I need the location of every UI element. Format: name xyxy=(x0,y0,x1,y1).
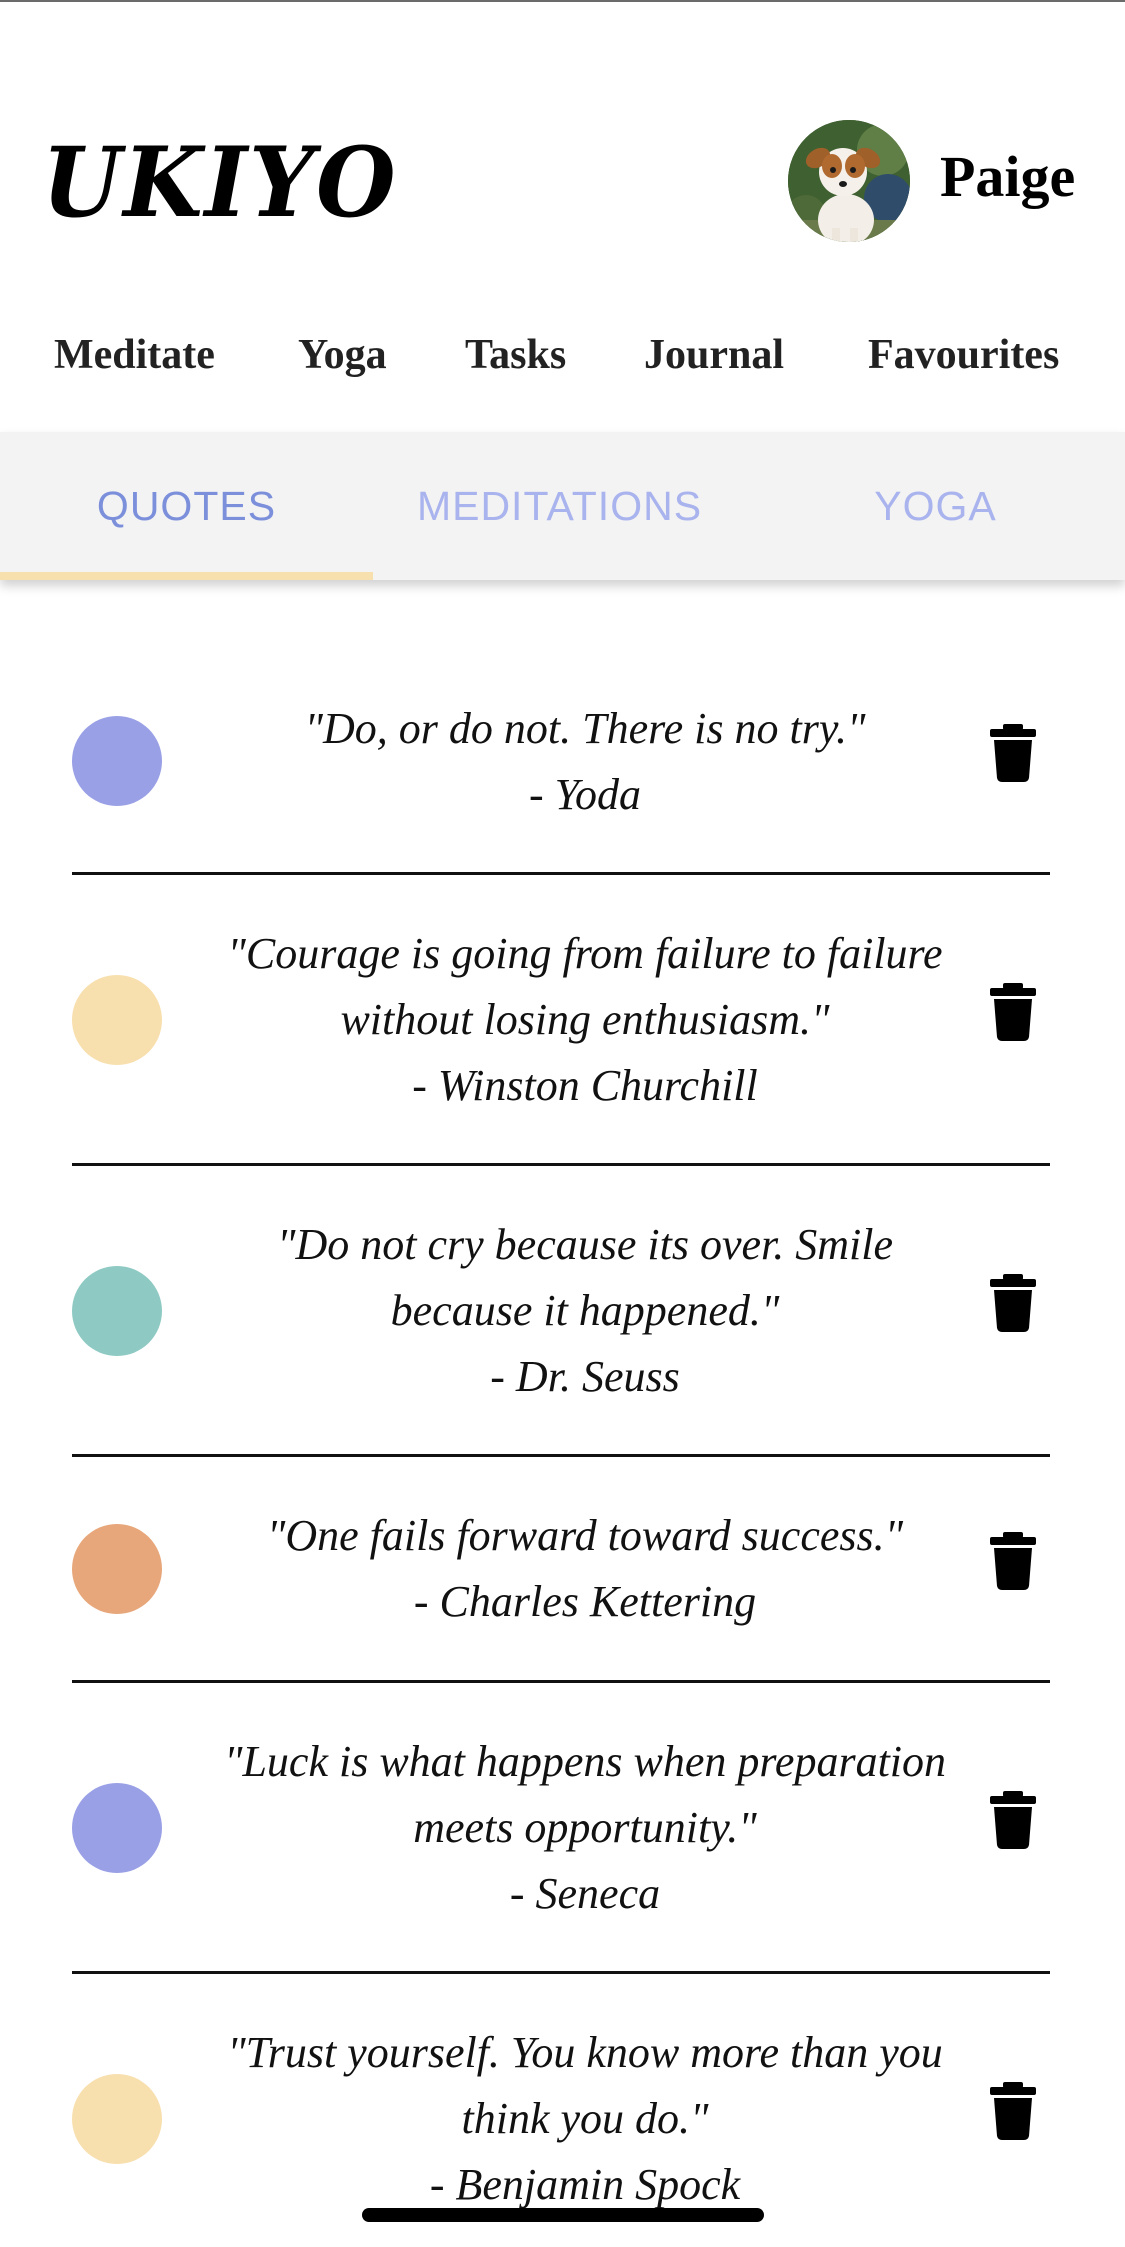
row-divider xyxy=(72,872,1050,875)
color-dot xyxy=(72,1783,162,1873)
color-dot xyxy=(72,1266,162,1356)
quote-line: think you do." xyxy=(461,2094,709,2143)
avatar-dog-image xyxy=(788,120,910,242)
color-dot xyxy=(72,2074,162,2164)
quote-author: - Seneca xyxy=(509,1869,661,1918)
nav-tasks[interactable]: Tasks xyxy=(465,325,566,385)
row-divider xyxy=(72,1454,1050,1457)
trash-icon[interactable] xyxy=(990,1791,1036,1849)
row-divider xyxy=(72,1971,1050,1974)
trash-icon[interactable] xyxy=(990,724,1036,782)
quote-author: - Yoda xyxy=(528,770,642,819)
tab-meditations[interactable]: MEDITATIONS xyxy=(373,432,746,580)
avatar[interactable] xyxy=(788,120,910,242)
quote-author: - Charles Kettering xyxy=(413,1577,757,1626)
quote-line: meets opportunity." xyxy=(413,1803,757,1852)
quote-line: without losing enthusiasm." xyxy=(340,995,830,1044)
trash-icon[interactable] xyxy=(990,1532,1036,1590)
trash-icon[interactable] xyxy=(990,1274,1036,1332)
selected-tab-indicator xyxy=(0,572,373,580)
quote-text: "Luck is what happens when preparation m… xyxy=(190,1729,980,1927)
user-name: Paige xyxy=(940,144,1076,209)
quote-author: - Winston Churchill xyxy=(412,1061,758,1110)
quote-line: "Do, or do not. There is no try." xyxy=(304,704,866,753)
tab-yoga[interactable]: YOGA xyxy=(746,432,1125,580)
color-dot xyxy=(72,1524,162,1614)
main-nav: Meditate Yoga Tasks Journal Favourites xyxy=(0,325,1125,385)
color-dot xyxy=(72,975,162,1065)
tab-quotes[interactable]: QUOTES xyxy=(0,432,373,580)
quote-line: "Courage is going from failure to failur… xyxy=(227,929,943,978)
nav-journal[interactable]: Journal xyxy=(644,325,784,385)
header: UKIYO Paige xyxy=(0,0,1125,290)
quote-text: "Do not cry because its over. Smile beca… xyxy=(190,1212,980,1410)
nav-meditate[interactable]: Meditate xyxy=(54,325,215,385)
quote-text: "One fails forward toward success." - Ch… xyxy=(190,1503,980,1635)
home-indicator[interactable] xyxy=(362,2208,764,2222)
quote-text: "Trust yourself. You know more than you … xyxy=(190,2020,980,2218)
nav-yoga[interactable]: Yoga xyxy=(298,325,387,385)
quote-line: "Do not cry because its over. Smile xyxy=(277,1220,893,1269)
color-dot xyxy=(72,716,162,806)
quote-line: because it happened." xyxy=(390,1286,780,1335)
row-divider xyxy=(72,1163,1050,1166)
favourites-tab-bar: QUOTES MEDITATIONS YOGA xyxy=(0,432,1125,580)
quote-text: "Do, or do not. There is no try." - Yoda xyxy=(190,696,980,828)
quote-author: - Dr. Seuss xyxy=(490,1352,680,1401)
quote-text: "Courage is going from failure to failur… xyxy=(190,921,980,1119)
app-logo: UKIYO xyxy=(42,126,398,239)
quote-line: "One fails forward toward success." xyxy=(266,1511,904,1560)
trash-icon[interactable] xyxy=(990,2082,1036,2140)
row-divider xyxy=(72,1680,1050,1683)
trash-icon[interactable] xyxy=(990,983,1036,1041)
quote-line: "Trust yourself. You know more than you xyxy=(227,2028,943,2077)
nav-favourites[interactable]: Favourites xyxy=(868,325,1059,385)
quote-line: "Luck is what happens when preparation xyxy=(223,1737,947,1786)
